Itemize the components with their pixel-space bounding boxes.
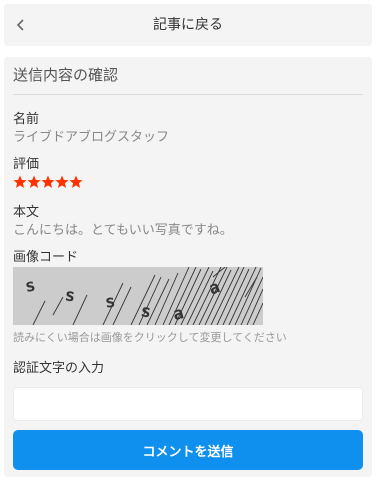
star-icon	[27, 175, 41, 188]
star-icon	[41, 175, 55, 188]
body-label: 本文	[13, 205, 40, 220]
top-bar: 記事に戻る	[4, 4, 372, 46]
star-icon	[69, 175, 83, 188]
confirm-panel: 送信内容の確認 名前 ライブドアブログスタッフ 評価 本文 こんにちは。とてもい…	[4, 57, 372, 477]
captcha-label: 画像コード	[13, 250, 79, 265]
code-input-label: 認証文字の入力	[13, 361, 105, 376]
rating-label: 評価	[13, 157, 40, 172]
captcha-hint: 読みにくい場合は画像をクリックして変更してください	[13, 331, 287, 344]
star-icon	[55, 175, 69, 188]
name-value: ライブドアブログスタッフ	[13, 130, 170, 145]
back-to-article-link[interactable]: 記事に戻る	[4, 4, 372, 46]
name-label: 名前	[13, 112, 40, 127]
svg-text:s: s	[104, 292, 116, 313]
confirm-title: 送信内容の確認	[13, 66, 119, 84]
captcha-code-input[interactable]	[13, 387, 363, 421]
divider	[13, 94, 363, 95]
star-icon	[13, 175, 27, 188]
rating-stars	[13, 175, 83, 191]
captcha-image[interactable]: s s s s a a	[13, 267, 263, 325]
body-value: こんにちは。とてもいい写真ですね。	[13, 223, 233, 238]
submit-comment-button[interactable]: コメントを送信	[13, 430, 363, 470]
